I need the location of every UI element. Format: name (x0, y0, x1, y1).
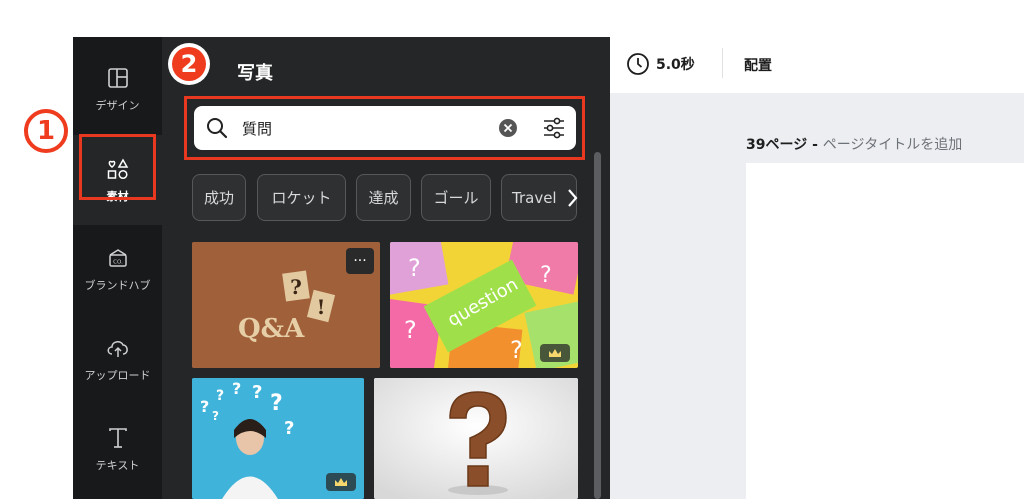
highlight-elements (79, 134, 156, 200)
qa-text: Q&A (238, 314, 305, 344)
toolbar-divider (722, 48, 723, 78)
layout-icon (105, 65, 131, 91)
brand-hub-icon: CO. (105, 245, 131, 271)
chip-achievement[interactable]: 達成 (356, 174, 411, 221)
sidebar-item-brand-hub[interactable]: CO. ブランドハブ (73, 227, 162, 311)
photo-qa-cork[interactable]: ? ! Q&A ··· (192, 242, 380, 368)
design-page[interactable] (746, 163, 1024, 499)
panel-scrollbar[interactable] (594, 152, 601, 499)
sidebar-item-text[interactable]: テキスト (73, 407, 162, 491)
svg-text:?: ? (290, 275, 302, 299)
svg-text:?: ? (252, 382, 262, 403)
crown-icon (549, 349, 561, 357)
svg-text:?: ? (510, 336, 523, 364)
wooden-question-illustration (374, 378, 578, 499)
page-title-row[interactable]: 39ページ - ページタイトルを追加 (746, 134, 962, 154)
upload-cloud-icon (105, 335, 131, 361)
premium-crown-badge (540, 344, 570, 362)
photo-wooden-question-mark[interactable] (374, 378, 578, 499)
sidebar-item-label: ブランドハブ (84, 279, 151, 292)
crown-icon (335, 478, 347, 486)
chip-success[interactable]: 成功 (192, 174, 246, 221)
svg-text:?: ? (408, 254, 421, 282)
page-separator: - (807, 137, 823, 153)
more-options-button[interactable]: ··· (346, 248, 374, 274)
sidebar-item-design[interactable]: デザイン (73, 47, 162, 131)
step-number: 1 (36, 116, 56, 146)
step-number: 2 (180, 50, 198, 78)
photo-question-notes[interactable]: ? ? ? ? question (390, 242, 578, 368)
clock-icon (627, 53, 649, 75)
svg-text:?: ? (284, 418, 294, 439)
duration-control[interactable]: 5.0秒 (626, 52, 695, 76)
svg-text:?: ? (270, 391, 283, 416)
sidebar-item-uploads[interactable]: アップロード (73, 317, 162, 401)
svg-text:?: ? (404, 316, 417, 344)
sidebar-item-label: デザイン (95, 99, 140, 112)
svg-text:?: ? (540, 263, 552, 288)
svg-text:CO.: CO. (113, 260, 123, 266)
svg-text:?: ? (232, 379, 241, 398)
step-2-marker: 2 (165, 40, 213, 88)
svg-text:?: ? (216, 388, 224, 404)
text-t-icon (105, 425, 131, 451)
left-sidebar: デザイン 素材 CO. ブランドハブ アップロード テキスト (73, 37, 162, 499)
panel-title: 写真 (237, 63, 273, 84)
chevron-right-icon[interactable] (566, 184, 580, 212)
chip-goal[interactable]: ゴール (421, 174, 491, 221)
photo-thinking-woman[interactable]: ?? ?? ?? ? (192, 378, 364, 499)
arrange-button[interactable]: 配置 (744, 55, 772, 75)
svg-text:?: ? (200, 397, 209, 416)
sidebar-item-label: アップロード (84, 369, 151, 382)
premium-crown-badge (326, 473, 356, 491)
page-title-placeholder[interactable]: ページタイトルを追加 (823, 137, 962, 153)
highlight-search (184, 96, 585, 160)
duration-label: 5.0秒 (656, 57, 695, 73)
chip-rocket[interactable]: ロケット (257, 174, 346, 221)
svg-text:!: ! (317, 295, 326, 319)
svg-text:?: ? (212, 409, 219, 423)
page-number: 39ページ (746, 137, 808, 153)
step-1-marker: 1 (22, 107, 70, 155)
sidebar-item-label: テキスト (95, 459, 140, 472)
